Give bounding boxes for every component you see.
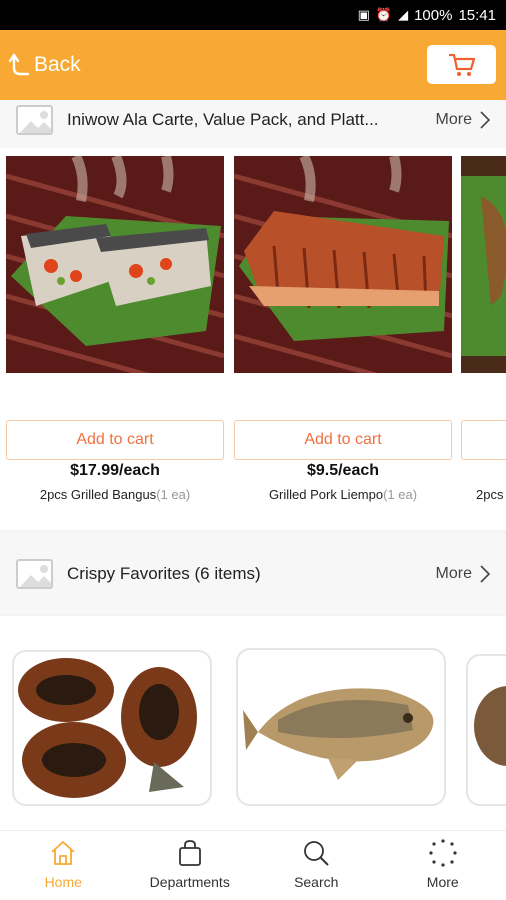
- back-arrow-icon: [8, 53, 30, 76]
- product-image-crispy-fish-3-partial[interactable]: [466, 654, 506, 806]
- status-bar: ▣ ⏰ ◢ 100% 15:41: [0, 0, 506, 30]
- section-image-placeholder-icon: [16, 559, 53, 589]
- product-image-crispy-fish-2[interactable]: [236, 648, 446, 806]
- clock: 15:41: [458, 6, 496, 24]
- nav-label: Search: [294, 874, 339, 890]
- nav-label: Home: [44, 874, 82, 890]
- notification-icon: ▣: [357, 7, 370, 22]
- app-bar: Back: [0, 30, 506, 100]
- nav-more[interactable]: More: [380, 831, 506, 900]
- bottom-navigation: Home Departments Search More: [0, 830, 506, 900]
- add-to-cart-button-partial[interactable]: [461, 420, 506, 460]
- product-name-text: Grilled Pork Liempo: [268, 487, 384, 502]
- product-name-text: 2pcs Grilled Bangus: [39, 487, 157, 502]
- search-icon: [304, 841, 329, 866]
- more-link[interactable]: More: [436, 111, 490, 129]
- product-card[interactable]: [461, 156, 506, 373]
- section-title: Crispy Favorites (6 items): [67, 564, 261, 583]
- section-header-ala-carte: Iniwow Ala Carte, Value Pack, and Platt.…: [0, 100, 506, 148]
- product-image-crispy-fish-1[interactable]: [12, 650, 212, 806]
- section-header-crispy-favorites: Crispy Favorites (6 items) More: [0, 534, 506, 614]
- chevron-right-icon: [480, 565, 490, 583]
- product-image-grilled-bangus[interactable]: [6, 156, 224, 373]
- add-to-cart-button[interactable]: Add to cart: [6, 420, 224, 460]
- battery-level: 100%: [414, 6, 453, 24]
- product-unit: (1 ea): [156, 487, 191, 502]
- section-title: Iniwow Ala Carte, Value Pack, and Platt.…: [67, 110, 379, 129]
- more-label: More: [435, 565, 472, 582]
- product-carousel-crispy-favorites[interactable]: [0, 616, 506, 830]
- add-to-cart-button[interactable]: Add to cart: [234, 420, 452, 460]
- chevron-right-icon: [480, 111, 490, 129]
- nav-label: More: [426, 874, 459, 890]
- nav-departments[interactable]: Departments: [127, 831, 254, 900]
- more-link[interactable]: More: [436, 565, 490, 583]
- nav-home[interactable]: Home: [0, 831, 127, 900]
- bag-icon: [178, 840, 201, 866]
- more-dots-icon: [429, 839, 457, 867]
- product-name: Grilled Pork Liempo(1 ea): [234, 487, 452, 502]
- cart-button[interactable]: [427, 45, 496, 84]
- alarm-icon: ⏰: [375, 7, 393, 22]
- nav-search[interactable]: Search: [253, 831, 380, 900]
- home-icon: [51, 841, 75, 865]
- product-image-grilled-pork-liempo[interactable]: [234, 156, 452, 373]
- product-image-partial[interactable]: [461, 156, 506, 373]
- product-name: 2pcs Grilled Bangus(1 ea): [6, 487, 224, 502]
- back-label: Back: [34, 53, 81, 76]
- product-card[interactable]: [6, 156, 224, 373]
- product-unit: (1 ea): [383, 487, 418, 502]
- nav-label: Departments: [149, 874, 230, 890]
- back-button[interactable]: Back: [8, 52, 81, 78]
- section-image-placeholder-icon: [16, 105, 53, 135]
- product-price: $9.5/each: [306, 462, 380, 479]
- product-carousel-ala-carte[interactable]: Add to cart Add to cart $17.99/each $9.5…: [0, 148, 506, 530]
- product-name-partial: 2pcs: [476, 487, 504, 502]
- product-price: $17.99/each: [70, 462, 160, 479]
- more-label: More: [435, 111, 472, 128]
- cart-icon: [448, 53, 475, 76]
- signal-icon: ◢: [398, 7, 409, 22]
- product-card[interactable]: [234, 156, 452, 373]
